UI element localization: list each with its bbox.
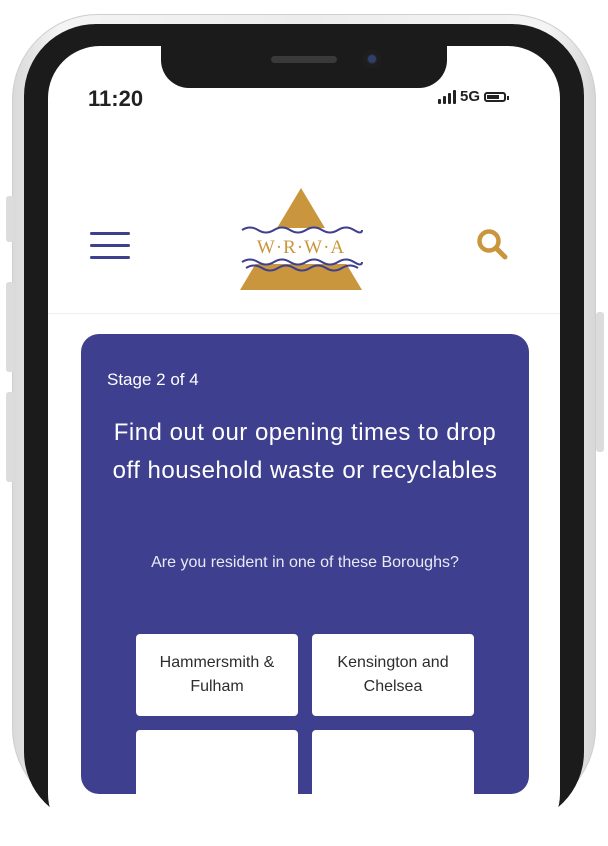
side-button-volume-down: [6, 392, 14, 482]
side-button-silent: [6, 196, 14, 242]
borough-button-hammersmith-fulham[interactable]: Hammersmith & Fulham: [136, 634, 298, 716]
borough-button-3[interactable]: [136, 730, 298, 812]
borough-question: Are you resident in one of these Borough…: [151, 554, 459, 571]
logo-text: W·R·W·A: [257, 237, 345, 258]
network-type: 5G: [460, 88, 481, 105]
front-camera: [363, 50, 381, 68]
borough-label: Hammersmith & Fulham: [159, 654, 275, 695]
hamburger-menu-icon[interactable]: [90, 232, 130, 260]
borough-button-4[interactable]: [312, 730, 474, 812]
side-button-volume-up: [6, 282, 14, 372]
borough-label: Kensington and Chelsea: [337, 654, 449, 695]
notch: [161, 46, 447, 88]
card-title: Find out our opening times to drop off h…: [112, 419, 498, 484]
header-divider: [48, 313, 560, 314]
opening-times-card: Stage 2 of 4 Find out our opening times …: [81, 334, 529, 812]
search-icon[interactable]: [474, 226, 510, 262]
speaker-grille: [271, 56, 337, 63]
signal-icon: [438, 89, 456, 104]
status-time: 11:20: [88, 86, 144, 111]
stage-indicator: Stage 2 of 4: [107, 370, 199, 389]
side-button-power: [596, 312, 604, 452]
battery-icon: [484, 91, 510, 102]
wrwa-logo: W·R·W·A: [236, 188, 366, 290]
borough-button-kensington-chelsea[interactable]: Kensington and Chelsea: [312, 634, 474, 716]
status-indicators: 5G: [438, 88, 510, 105]
